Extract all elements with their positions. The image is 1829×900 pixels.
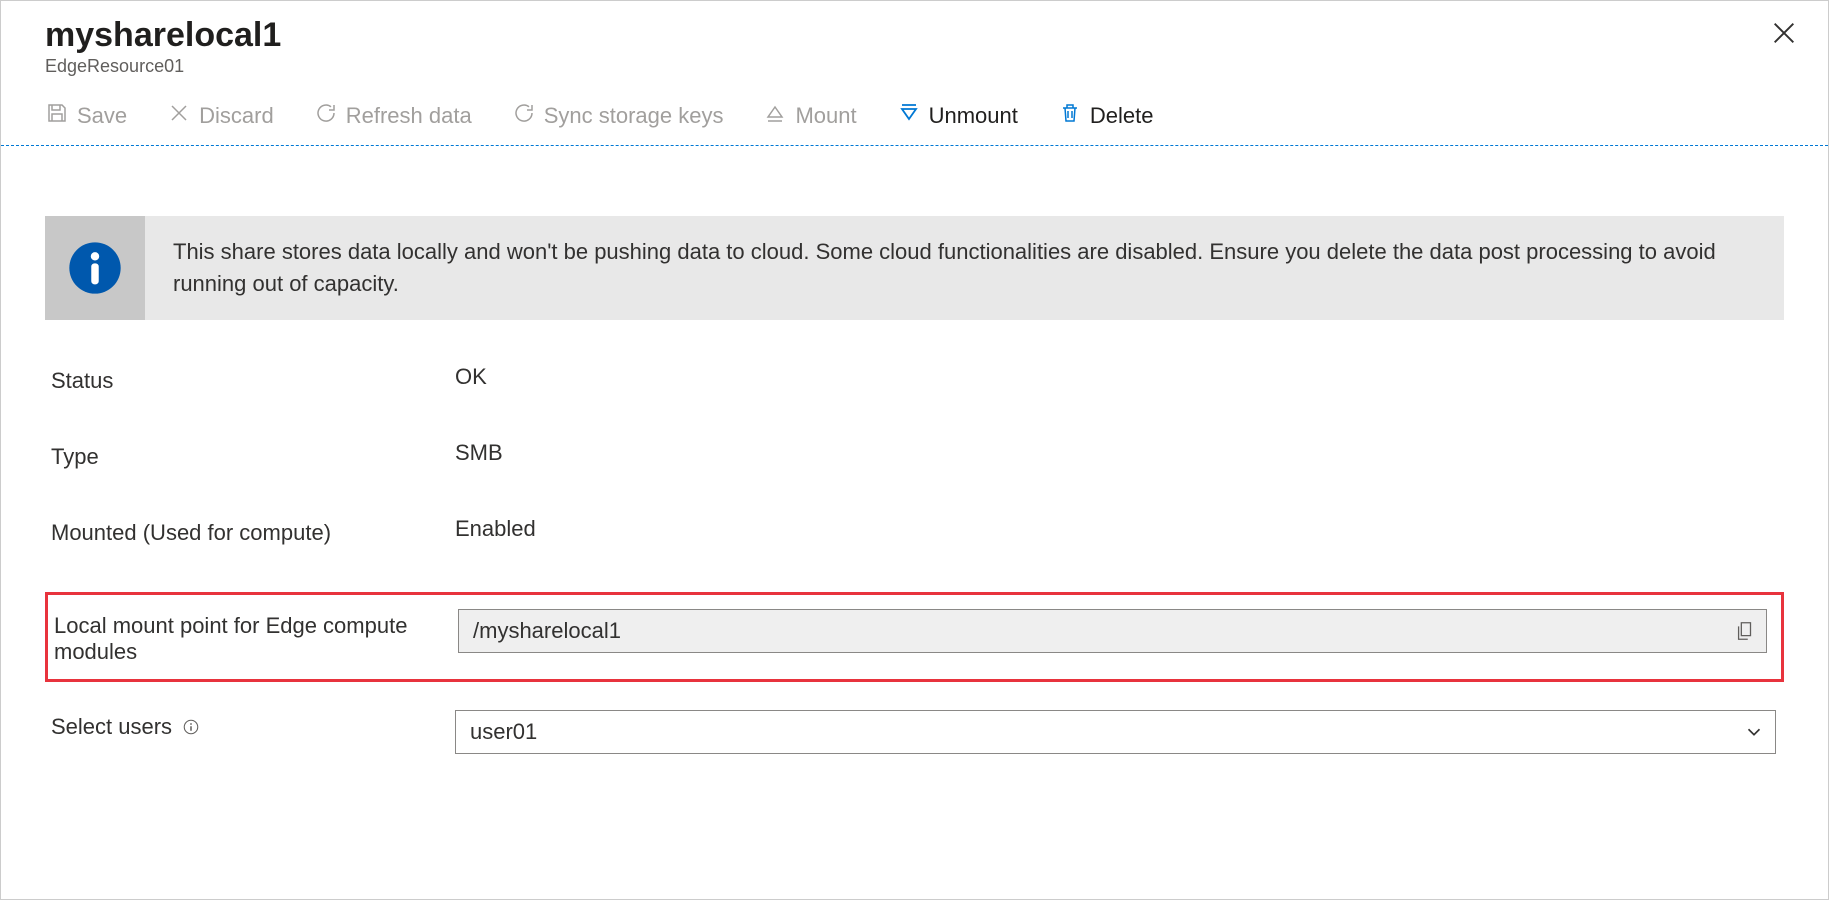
close-icon[interactable] [1770,19,1798,52]
select-users-row: Select users user01 [45,710,1784,754]
mountpoint-label: Local mount point for Edge compute modul… [48,609,458,665]
refresh-label: Refresh data [346,103,472,129]
page-title: mysharelocal1 [45,17,1784,54]
sync-label: Sync storage keys [544,103,724,129]
type-value: SMB [455,440,503,466]
save-icon [45,101,69,131]
mounted-row: Mounted (Used for compute) Enabled [45,516,1784,546]
mountpoint-field[interactable]: /mysharelocal1 [458,609,1767,653]
status-value: OK [455,364,487,390]
chevron-down-icon [1743,721,1765,743]
mounted-label: Mounted (Used for compute) [45,516,455,546]
status-row: Status OK [45,364,1784,394]
mountpoint-value: /mysharelocal1 [473,618,1734,644]
refresh-icon [314,101,338,131]
sync-icon [512,101,536,131]
mounted-value: Enabled [455,516,536,542]
status-label: Status [45,364,455,394]
blade-header: mysharelocal1 EdgeResource01 [1,1,1828,87]
info-tooltip-icon[interactable] [182,718,200,736]
save-label: Save [77,103,127,129]
mount-button[interactable]: Mount [763,101,856,131]
delete-icon [1058,101,1082,131]
save-button[interactable]: Save [45,101,127,131]
info-banner: This share stores data locally and won't… [45,216,1784,320]
unmount-icon [897,101,921,131]
discard-label: Discard [199,103,274,129]
unmount-label: Unmount [929,103,1018,129]
content-area: This share stores data locally and won't… [1,146,1828,824]
select-users-value: user01 [470,719,1743,745]
select-users-dropdown[interactable]: user01 [455,710,1776,754]
mount-icon [763,101,787,131]
copy-icon[interactable] [1734,620,1756,642]
discard-icon [167,101,191,131]
sync-button[interactable]: Sync storage keys [512,101,724,131]
command-bar: Save Discard Refresh data Sync storage k… [1,87,1828,146]
unmount-button[interactable]: Unmount [897,101,1018,131]
info-icon [45,216,145,320]
mountpoint-row: Local mount point for Edge compute modul… [45,592,1784,682]
refresh-button[interactable]: Refresh data [314,101,472,131]
share-detail-blade: mysharelocal1 EdgeResource01 Save Discar… [0,0,1829,900]
discard-button[interactable]: Discard [167,101,274,131]
type-row: Type SMB [45,440,1784,470]
delete-button[interactable]: Delete [1058,101,1154,131]
info-banner-text: This share stores data locally and won't… [145,216,1784,320]
page-subtitle: EdgeResource01 [45,56,1784,77]
delete-label: Delete [1090,103,1154,129]
mount-label: Mount [795,103,856,129]
select-users-label: Select users [45,710,455,740]
type-label: Type [45,440,455,470]
